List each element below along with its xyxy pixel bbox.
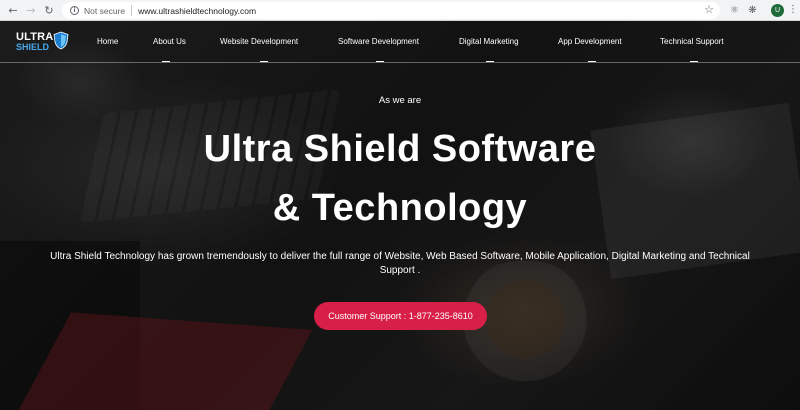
address-bar[interactable]: i Not secure www.ultrashieldtechnology.c…	[62, 2, 720, 19]
shield-icon	[53, 31, 69, 50]
back-arrow-icon[interactable]: ←	[4, 0, 22, 21]
nav-app-development[interactable]: App Development	[558, 37, 622, 46]
nav-indicator	[260, 61, 268, 62]
customer-support-button[interactable]: Customer Support : 1-877-235-8610	[314, 302, 487, 330]
profile-avatar[interactable]: U	[771, 4, 784, 17]
nav-software-development[interactable]: Software Development	[338, 37, 419, 46]
hero-title-line-1: Ultra Shield Software	[203, 128, 597, 170]
extension-icon[interactable]: ⚛	[728, 4, 741, 17]
hero-title-line-2: & Technology	[272, 187, 528, 229]
nav-home[interactable]: Home	[97, 37, 118, 46]
security-status[interactable]: Not secure	[84, 6, 125, 16]
nav-technical-support[interactable]: Technical Support	[660, 37, 724, 46]
nav-indicator	[376, 61, 384, 62]
hero-eyebrow: As we are	[378, 95, 422, 106]
url-text[interactable]: www.ultrashieldtechnology.com	[138, 6, 256, 16]
nav-indicator	[486, 61, 494, 62]
hero-description: Ultra Shield Technology has grown tremen…	[50, 251, 750, 276]
nav-indicator	[588, 61, 596, 62]
browser-toolbar: ← → ↻ i Not secure www.ultrashieldtechno…	[0, 0, 800, 21]
info-icon[interactable]: i	[70, 6, 79, 15]
forward-arrow-icon[interactable]: →	[22, 0, 40, 21]
nav-about-us[interactable]: About Us	[153, 37, 186, 46]
site-logo[interactable]: ULTRA SHIELD	[16, 29, 76, 55]
nav-indicator	[690, 61, 698, 62]
extension-puzzle-icon[interactable]: ❋	[746, 4, 759, 17]
browser-menu-icon[interactable]: ⋮	[788, 3, 798, 17]
nav-website-development[interactable]: Website Development	[220, 37, 298, 46]
nav-indicator	[162, 61, 170, 62]
omnibox-divider	[131, 5, 133, 16]
nav-digital-marketing[interactable]: Digital Marketing	[459, 37, 519, 46]
reload-icon[interactable]: ↻	[40, 0, 58, 21]
logo-text-shield: SHIELD	[16, 42, 50, 52]
bookmark-star-icon[interactable]: ☆	[704, 3, 714, 16]
